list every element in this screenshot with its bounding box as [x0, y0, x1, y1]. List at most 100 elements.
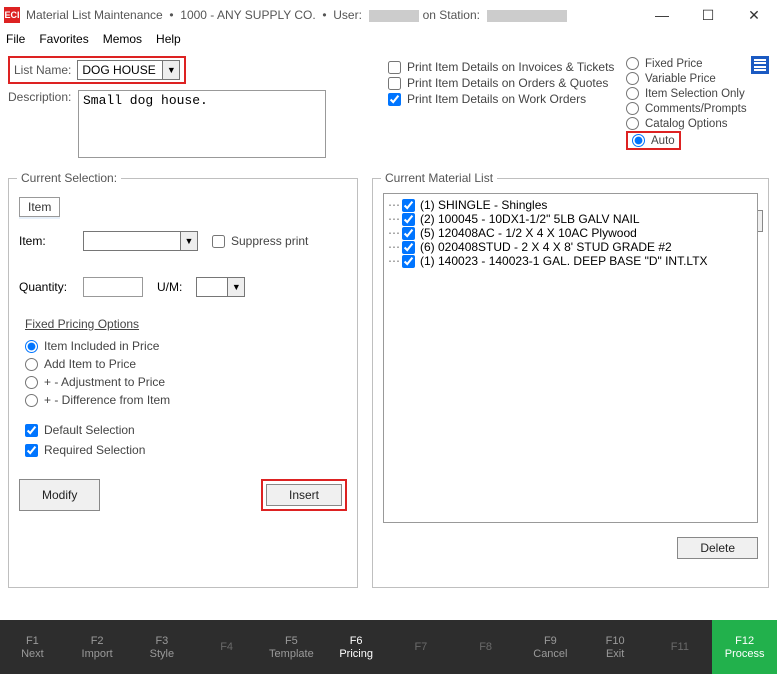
list-name-label: List Name:	[14, 63, 71, 77]
fkey-f11[interactable]: F11	[648, 620, 713, 674]
radio-catalog[interactable]: Catalog Options	[626, 117, 747, 130]
default-selection-check[interactable]: Default Selection	[25, 423, 347, 437]
check-work-orders-label: Print Item Details on Work Orders	[407, 92, 586, 106]
menubar: File Favorites Memos Help	[0, 30, 777, 50]
list-item[interactable]: ⋯ (1) 140023 - 140023-1 GAL. DEEP BASE "D…	[386, 254, 755, 268]
required-selection-check[interactable]: Required Selection	[25, 443, 347, 457]
list-item-label: (2) 100045 - 10DX1-1/2" 5LB GALV NAIL	[420, 212, 640, 226]
radio-comments[interactable]: Comments/Prompts	[626, 102, 747, 115]
menu-help[interactable]: Help	[156, 32, 181, 46]
fkey-f4[interactable]: F4	[194, 620, 259, 674]
chevron-down-icon[interactable]: ▼	[227, 278, 244, 296]
fkey-bar: F1NextF2ImportF3StyleF4F5TemplateF6Prici…	[0, 620, 777, 674]
delete-button[interactable]: Delete	[677, 537, 758, 559]
list-item-check[interactable]	[402, 199, 415, 212]
menu-favorites[interactable]: Favorites	[39, 32, 88, 46]
um-combo[interactable]: ▼	[196, 277, 245, 297]
title-station-label: on Station:	[423, 8, 480, 22]
list-item[interactable]: ⋯ (6) 020408STUD - 2 X 4 X 8' STUD GRADE …	[386, 240, 755, 254]
title-app: Material List Maintenance	[26, 8, 163, 22]
check-work-orders-box[interactable]	[388, 93, 401, 106]
list-item-check[interactable]	[402, 241, 415, 254]
radio-adjust[interactable]: + - Adjustment to Price	[25, 375, 347, 389]
check-invoices[interactable]: Print Item Details on Invoices & Tickets	[388, 60, 618, 74]
check-orders-label: Print Item Details on Orders & Quotes	[407, 76, 608, 90]
um-label: U/M:	[157, 280, 182, 294]
fkey-f8[interactable]: F8	[453, 620, 518, 674]
tree-dots: ⋯	[388, 226, 399, 240]
chevron-down-icon[interactable]: ▼	[162, 61, 179, 79]
minimize-button[interactable]: —	[639, 0, 685, 30]
list-item[interactable]: ⋯ (1) SHINGLE - Shingles	[386, 198, 755, 212]
quantity-input[interactable]	[83, 277, 143, 297]
tree-dots: ⋯	[388, 212, 399, 226]
item-input[interactable]	[84, 232, 180, 250]
suppress-print-check[interactable]: Suppress print	[212, 234, 308, 248]
title-user-label: User:	[333, 8, 362, 22]
title-account: 1000 - ANY SUPPLY CO.	[180, 8, 315, 22]
check-invoices-label: Print Item Details on Invoices & Tickets	[407, 60, 614, 74]
insert-button[interactable]: Insert	[266, 484, 342, 506]
titlebar: ECI Material List Maintenance • 1000 - A…	[0, 0, 777, 30]
list-item-check[interactable]	[402, 255, 415, 268]
chevron-down-icon[interactable]: ▼	[180, 232, 197, 250]
window-title: Material List Maintenance • 1000 - ANY S…	[26, 8, 567, 22]
list-item-label: (5) 120408AC - 1/2 X 4 X 10AC Plywood	[420, 226, 637, 240]
current-material-legend: Current Material List	[381, 171, 497, 185]
current-selection-group: Current Selection: Item Item: ▼ Suppress…	[8, 178, 358, 588]
fkey-f10[interactable]: F10Exit	[583, 620, 648, 674]
tree-dots: ⋯	[388, 240, 399, 254]
fkey-f7[interactable]: F7	[389, 620, 454, 674]
list-item-label: (1) 140023 - 140023-1 GAL. DEEP BASE "D"…	[420, 254, 708, 268]
title-station-value	[487, 10, 567, 22]
check-work-orders[interactable]: Print Item Details on Work Orders	[388, 92, 618, 106]
pricing-header: Fixed Pricing Options	[25, 317, 347, 331]
tree-dots: ⋯	[388, 254, 399, 268]
menu-file[interactable]: File	[6, 32, 25, 46]
modify-button[interactable]: Modify	[19, 479, 100, 511]
radio-variable[interactable]: Variable Price	[626, 72, 747, 85]
description-textarea[interactable]: Small dog house.	[78, 90, 326, 158]
fkey-f9[interactable]: F9Cancel	[518, 620, 583, 674]
quantity-label: Quantity:	[19, 280, 69, 294]
list-options-icon[interactable]	[751, 56, 769, 74]
um-input[interactable]	[197, 278, 227, 296]
list-item[interactable]: ⋯ (5) 120408AC - 1/2 X 4 X 10AC Plywood	[386, 226, 755, 240]
list-item-check[interactable]	[402, 227, 415, 240]
fkey-f1[interactable]: F1Next	[0, 620, 65, 674]
list-name-combo[interactable]: ▼	[77, 60, 180, 80]
item-combo[interactable]: ▼	[83, 231, 198, 251]
description-label: Description:	[8, 90, 72, 104]
item-label: Item:	[19, 234, 69, 248]
material-list[interactable]: ⋯ (1) SHINGLE - Shingles ⋯ (2) 100045 - 10D…	[383, 193, 758, 523]
fkey-f6[interactable]: F6Pricing	[324, 620, 389, 674]
list-item[interactable]: ⋯ (2) 100045 - 10DX1-1/2" 5LB GALV NAIL	[386, 212, 755, 226]
list-item-label: (1) SHINGLE - Shingles	[420, 198, 547, 212]
check-orders[interactable]: Print Item Details on Orders & Quotes	[388, 76, 618, 90]
radio-item-sel[interactable]: Item Selection Only	[626, 87, 747, 100]
menu-memos[interactable]: Memos	[103, 32, 142, 46]
list-name-highlight: List Name: ▼	[8, 56, 186, 84]
current-material-group: Current Material List ⋯(1) SHINGLE - Shi…	[372, 178, 769, 588]
radio-auto[interactable]: Auto	[632, 134, 675, 147]
list-item-label: (6) 020408STUD - 2 X 4 X 8' STUD GRADE #…	[420, 240, 672, 254]
check-invoices-box[interactable]	[388, 61, 401, 74]
fkey-f2[interactable]: F2Import	[65, 620, 130, 674]
close-button[interactable]: ✕	[731, 0, 777, 30]
check-orders-box[interactable]	[388, 77, 401, 90]
radio-add[interactable]: Add Item to Price	[25, 357, 347, 371]
tree-dots: ⋯	[388, 198, 399, 212]
radio-fixed[interactable]: Fixed Price	[626, 57, 747, 70]
item-tab[interactable]: Item	[19, 197, 60, 217]
maximize-button[interactable]: ☐	[685, 0, 731, 30]
fkey-f5[interactable]: F5Template	[259, 620, 324, 674]
radio-diff[interactable]: + - Difference from Item	[25, 393, 347, 407]
list-name-input[interactable]	[78, 61, 162, 79]
current-selection-legend: Current Selection:	[17, 171, 121, 185]
app-logo: ECI	[4, 7, 20, 23]
list-item-check[interactable]	[402, 213, 415, 226]
fkey-f3[interactable]: F3Style	[130, 620, 195, 674]
title-user-value	[369, 10, 419, 22]
fkey-f12[interactable]: F12Process	[712, 620, 777, 674]
radio-included[interactable]: Item Included in Price	[25, 339, 347, 353]
